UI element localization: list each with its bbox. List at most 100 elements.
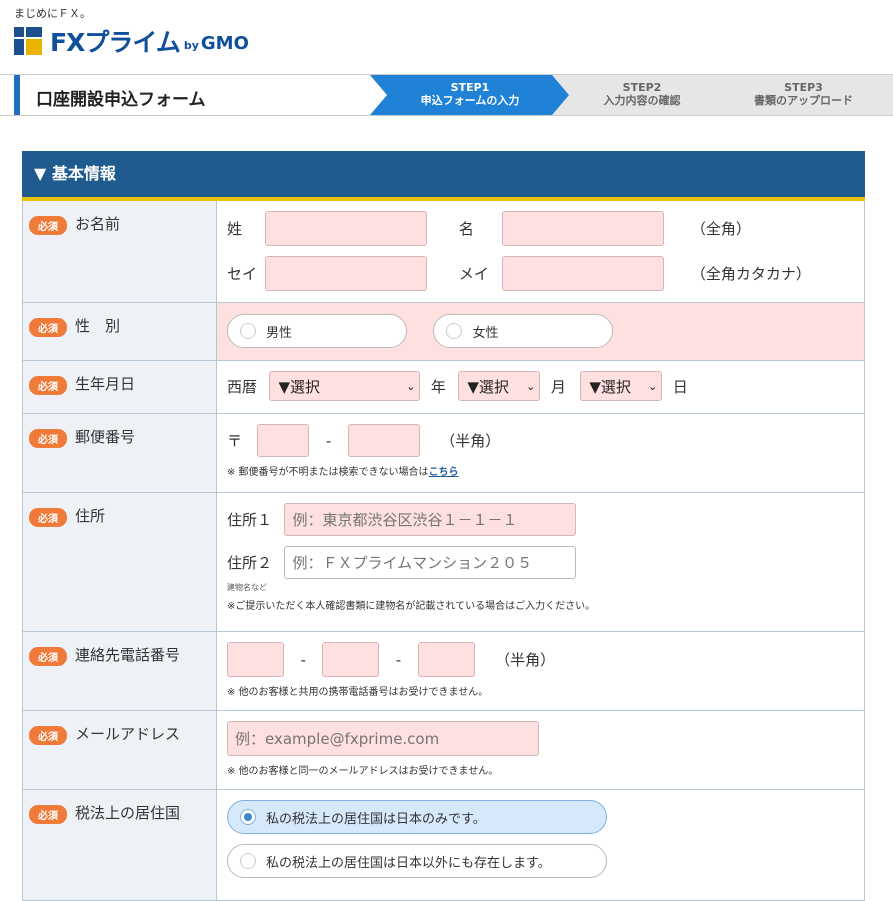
year-select-value: ▼選択 bbox=[278, 377, 321, 396]
birth-fields: 西暦 ▼選択 ⌄ 年 ▼選択 ⌄ 月 ▼選択 ⌄ 日 bbox=[217, 361, 864, 413]
gender-row: 必須 性 別 男性 女性 bbox=[22, 303, 865, 361]
sei-input[interactable] bbox=[265, 211, 428, 246]
gender-label: 性 別 bbox=[75, 317, 121, 335]
phone-dash-1: - bbox=[300, 650, 306, 669]
email-input[interactable] bbox=[227, 721, 539, 756]
step-2: STEP2 入力内容の確認 bbox=[552, 75, 732, 115]
tax-label-cell: 必須 税法上の居住国 bbox=[23, 790, 217, 900]
tax-label: 税法上の居住国 bbox=[75, 804, 181, 822]
chevron-down-icon: ⌄ bbox=[406, 379, 416, 393]
section-title: ▼ 基本情報 bbox=[22, 151, 865, 201]
postal-note: （半角） bbox=[440, 432, 501, 450]
email-help: ※ 他のお客様と同一のメールアドレスはお受けできません。 bbox=[227, 766, 499, 777]
birth-label-cell: 必須 生年月日 bbox=[23, 361, 217, 413]
fxprime-logo[interactable]: FXプライム by GMO bbox=[14, 26, 249, 57]
gender-female-label: 女性 bbox=[472, 325, 499, 341]
addr2-input[interactable] bbox=[284, 546, 577, 579]
step-1-label: 申込フォームの入力 bbox=[420, 94, 520, 107]
gender-label-cell: 必須 性 別 bbox=[23, 303, 217, 360]
postal-dash: - bbox=[325, 431, 332, 450]
mei-kana-label: メイ bbox=[458, 265, 489, 283]
required-badge: 必須 bbox=[29, 376, 67, 395]
tax-options: 私の税法上の居住国は日本のみです。 私の税法上の居住国は日本以外にも存在します。 bbox=[217, 790, 864, 900]
postal-help: ※ 郵便番号が不明または検索できない場合はこちら bbox=[227, 463, 854, 478]
required-badge: 必須 bbox=[29, 429, 67, 448]
gender-male-label: 男性 bbox=[266, 325, 293, 341]
step-bar: 口座開設申込フォーム STEP1 申込フォームの入力 STEP2 入力内容の確認… bbox=[0, 74, 893, 116]
email-fields: ※ 他のお客様と同一のメールアドレスはお受けできません。 bbox=[217, 711, 864, 789]
step-3: STEP3 書類のアップロード bbox=[714, 75, 893, 115]
step-3-num: STEP3 bbox=[784, 81, 823, 94]
tax-japan-only-radio[interactable]: 私の税法上の居住国は日本のみです。 bbox=[227, 800, 607, 834]
address-label-cell: 必須 住所 bbox=[23, 493, 217, 631]
address-row: 必須 住所 住所１ 住所２ 建物名など ※ご提示いただく本人確認書類に建物名が記… bbox=[22, 493, 865, 632]
logo-by: by bbox=[183, 38, 199, 52]
step-1: STEP1 申込フォームの入力 bbox=[370, 75, 570, 115]
logo-gmo: GMO bbox=[200, 32, 249, 54]
sei-kana-input[interactable] bbox=[265, 256, 428, 291]
name-label: お名前 bbox=[75, 215, 121, 233]
phone-label: 連絡先電話番号 bbox=[75, 646, 181, 664]
tax-row: 必須 税法上の居住国 私の税法上の居住国は日本のみです。 私の税法上の居住国は日… bbox=[22, 790, 865, 901]
phone-second-input[interactable] bbox=[322, 642, 380, 677]
day-select-value: ▼選択 bbox=[589, 377, 631, 396]
kana-note: （全角カタカナ） bbox=[690, 265, 811, 283]
logo-mark-icon bbox=[14, 27, 42, 55]
form-title: 口座開設申込フォーム bbox=[36, 90, 206, 110]
required-badge: 必須 bbox=[29, 216, 67, 235]
chevron-down-icon: ⌄ bbox=[526, 379, 536, 393]
postal-second-input[interactable] bbox=[347, 424, 420, 457]
phone-row: 必須 連絡先電話番号 - - （半角） ※ 他のお客様と共用の携帯電話番号はお受… bbox=[22, 632, 865, 711]
radio-selected-icon bbox=[240, 809, 256, 825]
required-badge: 必須 bbox=[29, 726, 67, 745]
year-unit: 年 bbox=[430, 377, 446, 396]
phone-first-input[interactable] bbox=[227, 642, 284, 677]
address-label: 住所 bbox=[75, 507, 106, 525]
postal-label: 郵便番号 bbox=[75, 428, 136, 446]
gender-female-radio[interactable]: 女性 bbox=[433, 314, 614, 348]
month-select[interactable]: ▼選択 ⌄ bbox=[458, 371, 541, 401]
step-2-num: STEP2 bbox=[622, 81, 662, 94]
phone-label-cell: 必須 連絡先電話番号 bbox=[23, 632, 217, 710]
radio-circle-icon bbox=[240, 323, 256, 339]
mei-label: 名 bbox=[458, 220, 474, 238]
address-help: ※ご提示いただく本人確認書類に建物名が記載されている場合はご入力ください。 bbox=[227, 601, 596, 612]
month-unit: 月 bbox=[550, 377, 566, 396]
postal-first-input[interactable] bbox=[257, 424, 310, 457]
month-select-value: ▼選択 bbox=[467, 377, 509, 396]
step-3-label: 書類のアップロード bbox=[754, 94, 853, 107]
name-row: 必須 お名前 姓 名 （全角） セイ メイ （全角カタカナ） bbox=[22, 201, 865, 303]
addr1-input[interactable] bbox=[284, 503, 577, 536]
day-select[interactable]: ▼選択 ⌄ bbox=[580, 371, 663, 401]
phone-dash-2: - bbox=[395, 650, 402, 669]
step-1-num: STEP1 bbox=[450, 81, 490, 94]
chevron-down-icon: ⌄ bbox=[648, 379, 658, 393]
required-badge: 必須 bbox=[29, 318, 67, 337]
postal-mark: 〒 bbox=[227, 432, 243, 450]
step-2-label: 入力内容の確認 bbox=[603, 94, 681, 107]
gender-male-radio[interactable]: 男性 bbox=[227, 314, 407, 348]
year-select[interactable]: ▼選択 ⌄ bbox=[269, 371, 421, 401]
phone-fields: - - （半角） ※ 他のお客様と共用の携帯電話番号はお受けできません。 bbox=[217, 632, 864, 710]
phone-third-input[interactable] bbox=[417, 642, 475, 677]
mei-kana-input[interactable] bbox=[502, 256, 665, 291]
era-label: 西暦 bbox=[227, 377, 258, 396]
title-accent bbox=[14, 75, 20, 115]
tax-other-country-radio[interactable]: 私の税法上の居住国は日本以外にも存在します。 bbox=[227, 844, 607, 878]
addr1-label: 住所１ bbox=[227, 511, 273, 529]
postal-row: 必須 郵便番号 〒 - （半角） ※ 郵便番号が不明または検索できない場合はこち… bbox=[22, 414, 865, 493]
logo-text: FXプライム bbox=[50, 28, 181, 57]
name-fields: 姓 名 （全角） セイ メイ （全角カタカナ） bbox=[217, 201, 864, 302]
postal-help-link[interactable]: こちら bbox=[429, 467, 459, 478]
addr2-label: 住所２ bbox=[227, 554, 273, 572]
name-label-cell: 必須 お名前 bbox=[23, 201, 217, 302]
radio-circle-icon bbox=[446, 323, 463, 339]
tax-other-country-label: 私の税法上の居住国は日本以外にも存在します。 bbox=[266, 855, 551, 871]
gender-options: 男性 女性 bbox=[217, 303, 864, 360]
radio-circle-icon bbox=[240, 853, 256, 869]
day-unit: 日 bbox=[672, 377, 688, 396]
postal-fields: 〒 - （半角） ※ 郵便番号が不明または検索できない場合はこちら bbox=[217, 414, 864, 492]
required-badge: 必須 bbox=[29, 647, 67, 666]
sei-label: 姓 bbox=[227, 220, 243, 238]
mei-input[interactable] bbox=[502, 211, 665, 246]
